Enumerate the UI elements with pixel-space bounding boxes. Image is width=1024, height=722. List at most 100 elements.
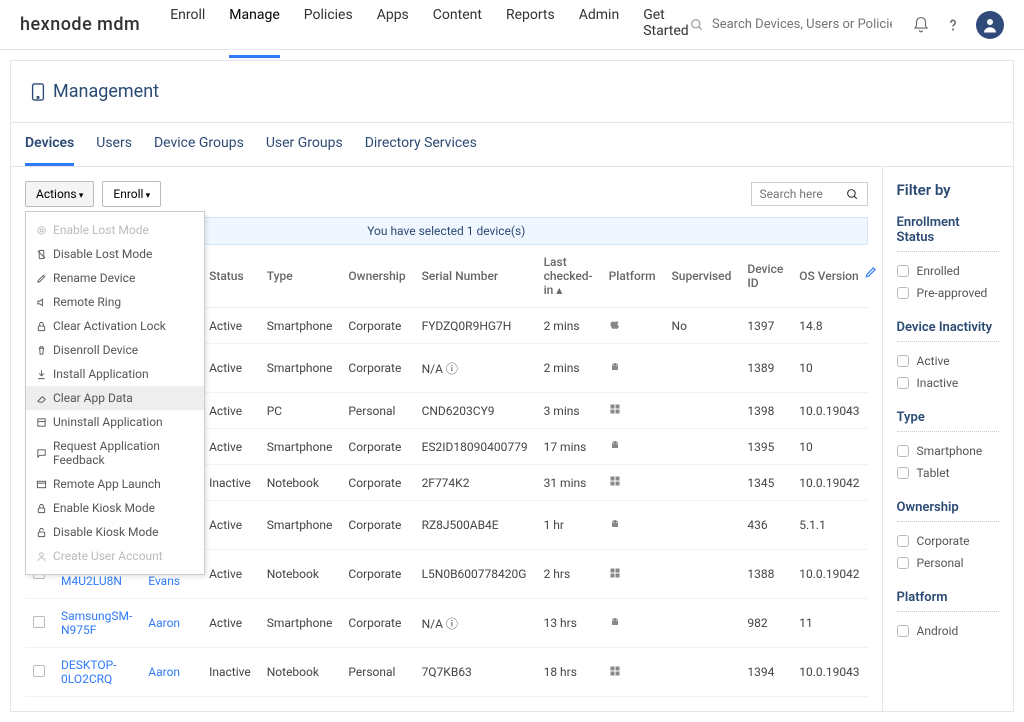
col-type[interactable]: Type: [259, 245, 341, 308]
enroll-button[interactable]: Enroll: [102, 181, 161, 207]
device-name-cell[interactable]: DESKTOP-0LO2CRQ: [53, 648, 140, 697]
supervised-cell: [664, 501, 740, 550]
bell-icon[interactable]: [912, 16, 930, 34]
action-clear-activation-lock[interactable]: Clear Activation Lock: [26, 314, 204, 338]
filter-opt-inactive[interactable]: Inactive: [897, 372, 999, 394]
checkbox[interactable]: [897, 557, 909, 569]
row-checkbox[interactable]: [33, 616, 45, 628]
action-install-application[interactable]: Install Application: [26, 362, 204, 386]
platform-cell: [601, 429, 664, 465]
table-row[interactable]: DESKTOP-0LO2CRQAaronInactiveNotebookPers…: [25, 648, 868, 697]
action-uninstall-application[interactable]: Uninstall Application: [26, 410, 204, 434]
avatar[interactable]: [976, 11, 1004, 39]
checkbox[interactable]: [897, 535, 909, 547]
col-platform[interactable]: Platform: [601, 245, 664, 308]
col-status[interactable]: Status: [201, 245, 259, 308]
checkbox[interactable]: [897, 287, 909, 299]
actions-button[interactable]: Actions: [25, 181, 94, 207]
supervised-cell: [664, 550, 740, 599]
sub-tab-device-groups[interactable]: Device Groups: [154, 123, 244, 166]
filter-title: Filter by: [897, 181, 999, 199]
nav-tab-admin[interactable]: Admin: [579, 0, 619, 58]
nav-tabs: Enroll Manage Policies Apps Content Reports Ad…: [170, 0, 690, 58]
status-cell: Inactive: [201, 465, 259, 501]
nav-tab-get-started[interactable]: Get Started: [643, 0, 690, 58]
nav-tab-reports[interactable]: Reports: [506, 0, 555, 58]
filter-opt-corporate[interactable]: Corporate: [897, 530, 999, 552]
col-device-id[interactable]: Device ID: [739, 245, 791, 308]
action-rename-device[interactable]: Rename Device: [26, 266, 204, 290]
checkbox[interactable]: [897, 445, 909, 457]
supervised-cell: [664, 465, 740, 501]
action-remote-ring[interactable]: Remote Ring: [26, 290, 204, 314]
row-checkbox[interactable]: [33, 665, 45, 677]
ownership-cell: Corporate: [340, 308, 413, 344]
sub-tabs: Devices Users Device Groups User Groups Dire…: [11, 122, 1013, 167]
filter-opt-enrolled[interactable]: Enrolled: [897, 260, 999, 282]
action-remote-app-launch[interactable]: Remote App Launch: [26, 472, 204, 496]
platform-cell: [601, 550, 664, 599]
checkbox[interactable]: [897, 467, 909, 479]
status-cell: Active: [201, 393, 259, 429]
nav-tab-enroll[interactable]: Enroll: [170, 0, 205, 58]
action-disenroll-device[interactable]: Disenroll Device: [26, 338, 204, 362]
sub-tab-devices[interactable]: Devices: [25, 123, 74, 166]
action-request-application-feedback[interactable]: Request Application Feedback: [26, 434, 204, 472]
platform-cell: [601, 599, 664, 648]
filter-opt-active[interactable]: Active: [897, 350, 999, 372]
device-name-cell[interactable]: SamsungSM-N975F: [53, 599, 140, 648]
nav-tab-apps[interactable]: Apps: [377, 0, 409, 58]
sub-tab-users[interactable]: Users: [96, 123, 132, 166]
action-clear-app-data[interactable]: Clear App Data: [26, 386, 204, 410]
nav-tab-manage[interactable]: Manage: [229, 0, 279, 58]
status-cell: Active: [201, 550, 259, 599]
col-supervised[interactable]: Supervised: [664, 245, 740, 308]
filter-opt-pre-approved[interactable]: Pre-approved: [897, 282, 999, 304]
help-icon[interactable]: [944, 16, 962, 34]
platform-cell: [601, 501, 664, 550]
user-cell[interactable]: Aaron: [140, 599, 201, 648]
filter-type: TypeSmartphoneTablet: [897, 410, 999, 484]
user-cell[interactable]: Aaron: [140, 648, 201, 697]
filter-head: Platform: [897, 590, 999, 612]
col-last-checked-in[interactable]: Last checked-in ▴: [536, 245, 601, 308]
type-cell: Notebook: [259, 465, 341, 501]
col-serial-number[interactable]: Serial Number: [414, 245, 536, 308]
ownership-cell: Personal: [340, 648, 413, 697]
os-cell: 10: [791, 429, 867, 465]
filter-opt-smartphone[interactable]: Smartphone: [897, 440, 999, 462]
search-icon: [846, 188, 859, 201]
last-checkin-cell: 2 mins: [536, 344, 601, 393]
deviceid-cell: 1398: [739, 393, 791, 429]
serial-cell: FYDZQ0R9HG7H: [414, 308, 536, 344]
status-cell: Active: [201, 308, 259, 344]
table-search-input[interactable]: [760, 187, 840, 201]
filter-pane: Filter by Enrollment StatusEnrolledPre-a…: [883, 167, 1013, 711]
checkbox[interactable]: [897, 355, 909, 367]
nav-tab-policies[interactable]: Policies: [304, 0, 353, 58]
global-search-input[interactable]: [712, 17, 892, 32]
nav-tab-content[interactable]: Content: [433, 0, 482, 58]
checkbox[interactable]: [897, 265, 909, 277]
serial-cell: L5N0B600778420G: [414, 550, 536, 599]
col-ownership[interactable]: Ownership: [340, 245, 413, 308]
action-disable-lost-mode[interactable]: Disable Lost Mode: [26, 242, 204, 266]
table-row[interactable]: SamsungSM-N975FAaronActiveSmartphoneCorp…: [25, 599, 868, 648]
deviceid-cell: 436: [739, 501, 791, 550]
filter-opt-personal[interactable]: Personal: [897, 552, 999, 574]
checkbox[interactable]: [897, 625, 909, 637]
col-os-version[interactable]: OS Version: [791, 245, 867, 308]
edit-columns-icon[interactable]: [864, 265, 878, 283]
action-enable-kiosk-mode[interactable]: Enable Kiosk Mode: [26, 496, 204, 520]
ownership-cell: Corporate: [340, 550, 413, 599]
filter-opt-android[interactable]: Android: [897, 620, 999, 642]
table-search[interactable]: [751, 182, 868, 206]
sub-tab-user-groups[interactable]: User Groups: [266, 123, 343, 166]
filter-opt-tablet[interactable]: Tablet: [897, 462, 999, 484]
checkbox[interactable]: [897, 377, 909, 389]
global-search[interactable]: [690, 17, 892, 32]
sub-tab-directory-services[interactable]: Directory Services: [365, 123, 477, 166]
type-cell: Smartphone: [259, 599, 341, 648]
device-icon: [31, 83, 45, 101]
action-disable-kiosk-mode[interactable]: Disable Kiosk Mode: [26, 520, 204, 544]
